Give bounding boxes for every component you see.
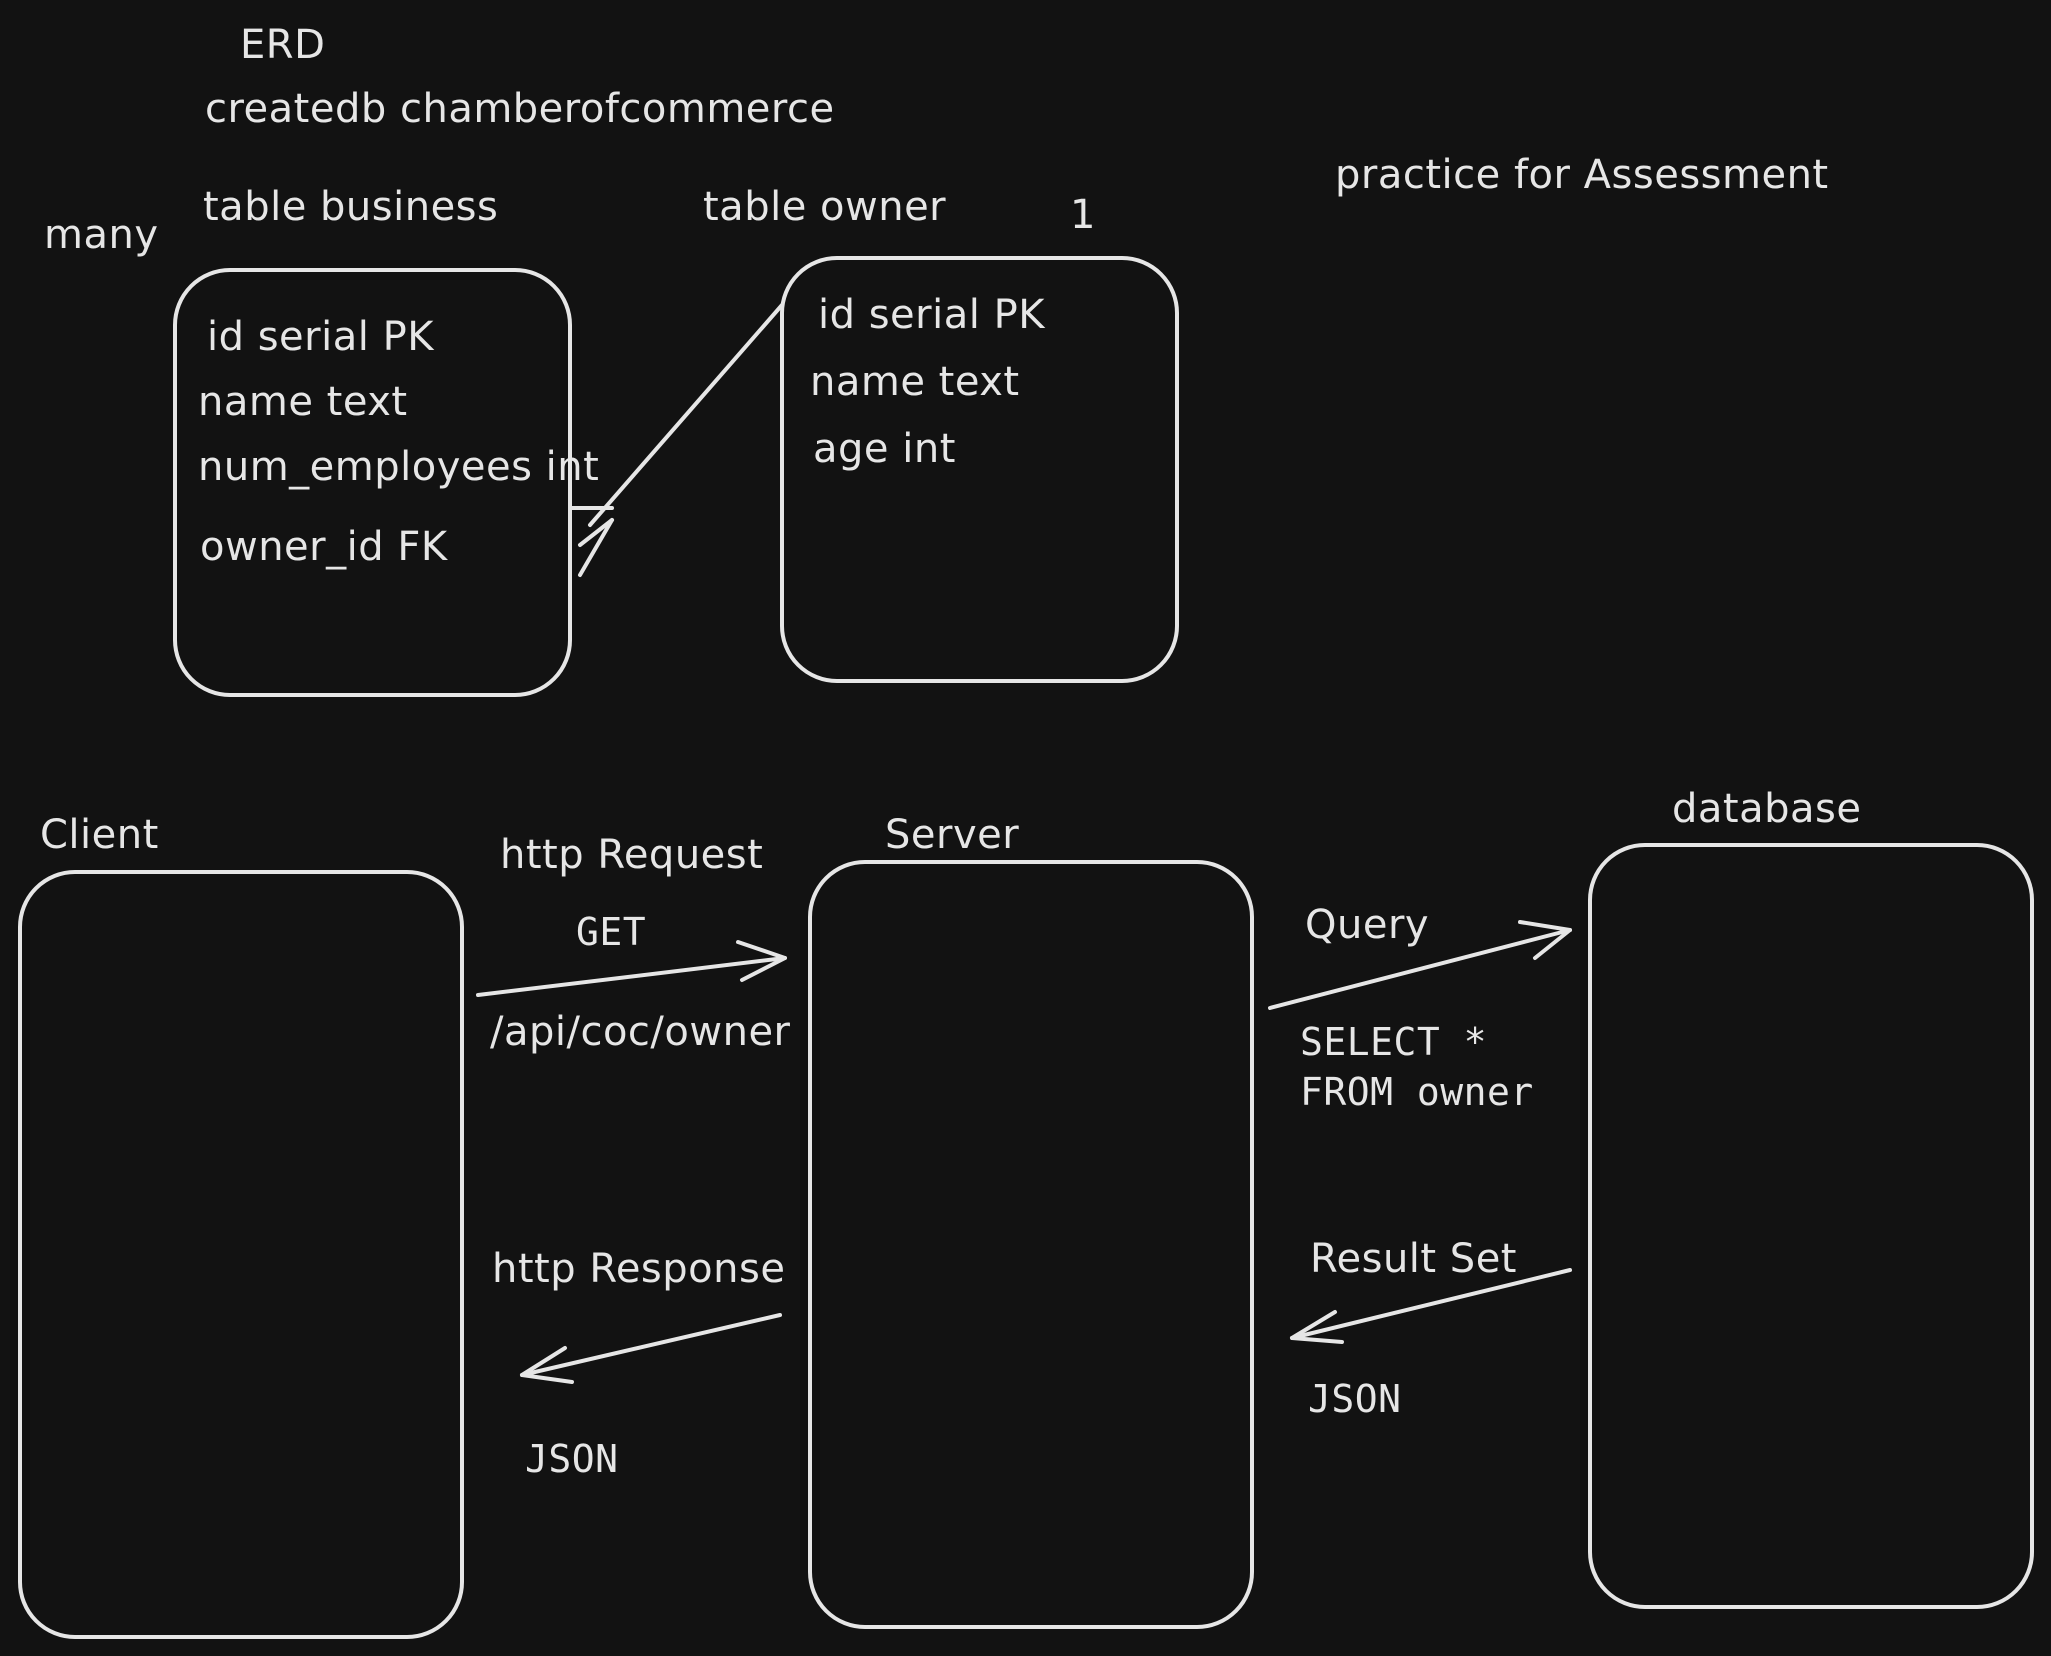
client-label: Client — [40, 812, 159, 858]
owner-cardinality-label: 1 — [1070, 192, 1096, 238]
crows-foot-middle — [578, 518, 614, 547]
diagram-canvas: ERD createdb chamberofcommerce practice … — [0, 0, 2051, 1656]
owner-table-title: table owner — [703, 184, 946, 230]
relationship-connector — [570, 303, 784, 577]
response-label: http Response — [492, 1246, 785, 1292]
query-sql-line2: FROM owner — [1300, 1070, 1534, 1114]
client-box — [18, 870, 464, 1639]
business-field-id: id serial PK — [207, 314, 435, 360]
database-box — [1588, 843, 2034, 1609]
request-label: http Request — [500, 832, 763, 878]
request-path: /api/coc/owner — [490, 1009, 791, 1055]
query-label: Query — [1305, 902, 1429, 948]
crows-foot-bottom — [578, 518, 614, 577]
response-arrow-shaft — [520, 1313, 782, 1377]
response-arrow — [520, 1313, 782, 1384]
result-format: JSON — [1308, 1377, 1402, 1421]
business-table-title: table business — [203, 184, 498, 230]
response-format: JSON — [525, 1437, 619, 1481]
business-cardinality-label: many — [44, 212, 159, 258]
owner-field-id: id serial PK — [818, 292, 1046, 338]
result-label: Result Set — [1310, 1236, 1517, 1282]
request-arrow-shaft — [476, 956, 787, 997]
createdb-command: createdb chamberofcommerce — [205, 86, 835, 132]
relationship-line — [588, 303, 784, 527]
business-field-name: name text — [198, 379, 408, 425]
business-field-owner-id: owner_id FK — [200, 524, 449, 570]
diagram-svg: ERD createdb chamberofcommerce practice … — [18, 22, 2034, 1639]
request-method: GET — [576, 910, 646, 954]
erd-label: ERD — [240, 22, 325, 68]
practice-note: practice for Assessment — [1335, 152, 1829, 198]
server-box — [808, 860, 1254, 1629]
database-label: database — [1672, 786, 1861, 832]
query-sql-line1: SELECT * — [1300, 1020, 1487, 1064]
business-field-num-employees: num_employees int — [198, 444, 599, 490]
owner-field-name: name text — [810, 359, 1020, 405]
owner-field-age: age int — [813, 426, 956, 472]
server-label: Server — [885, 812, 1019, 858]
